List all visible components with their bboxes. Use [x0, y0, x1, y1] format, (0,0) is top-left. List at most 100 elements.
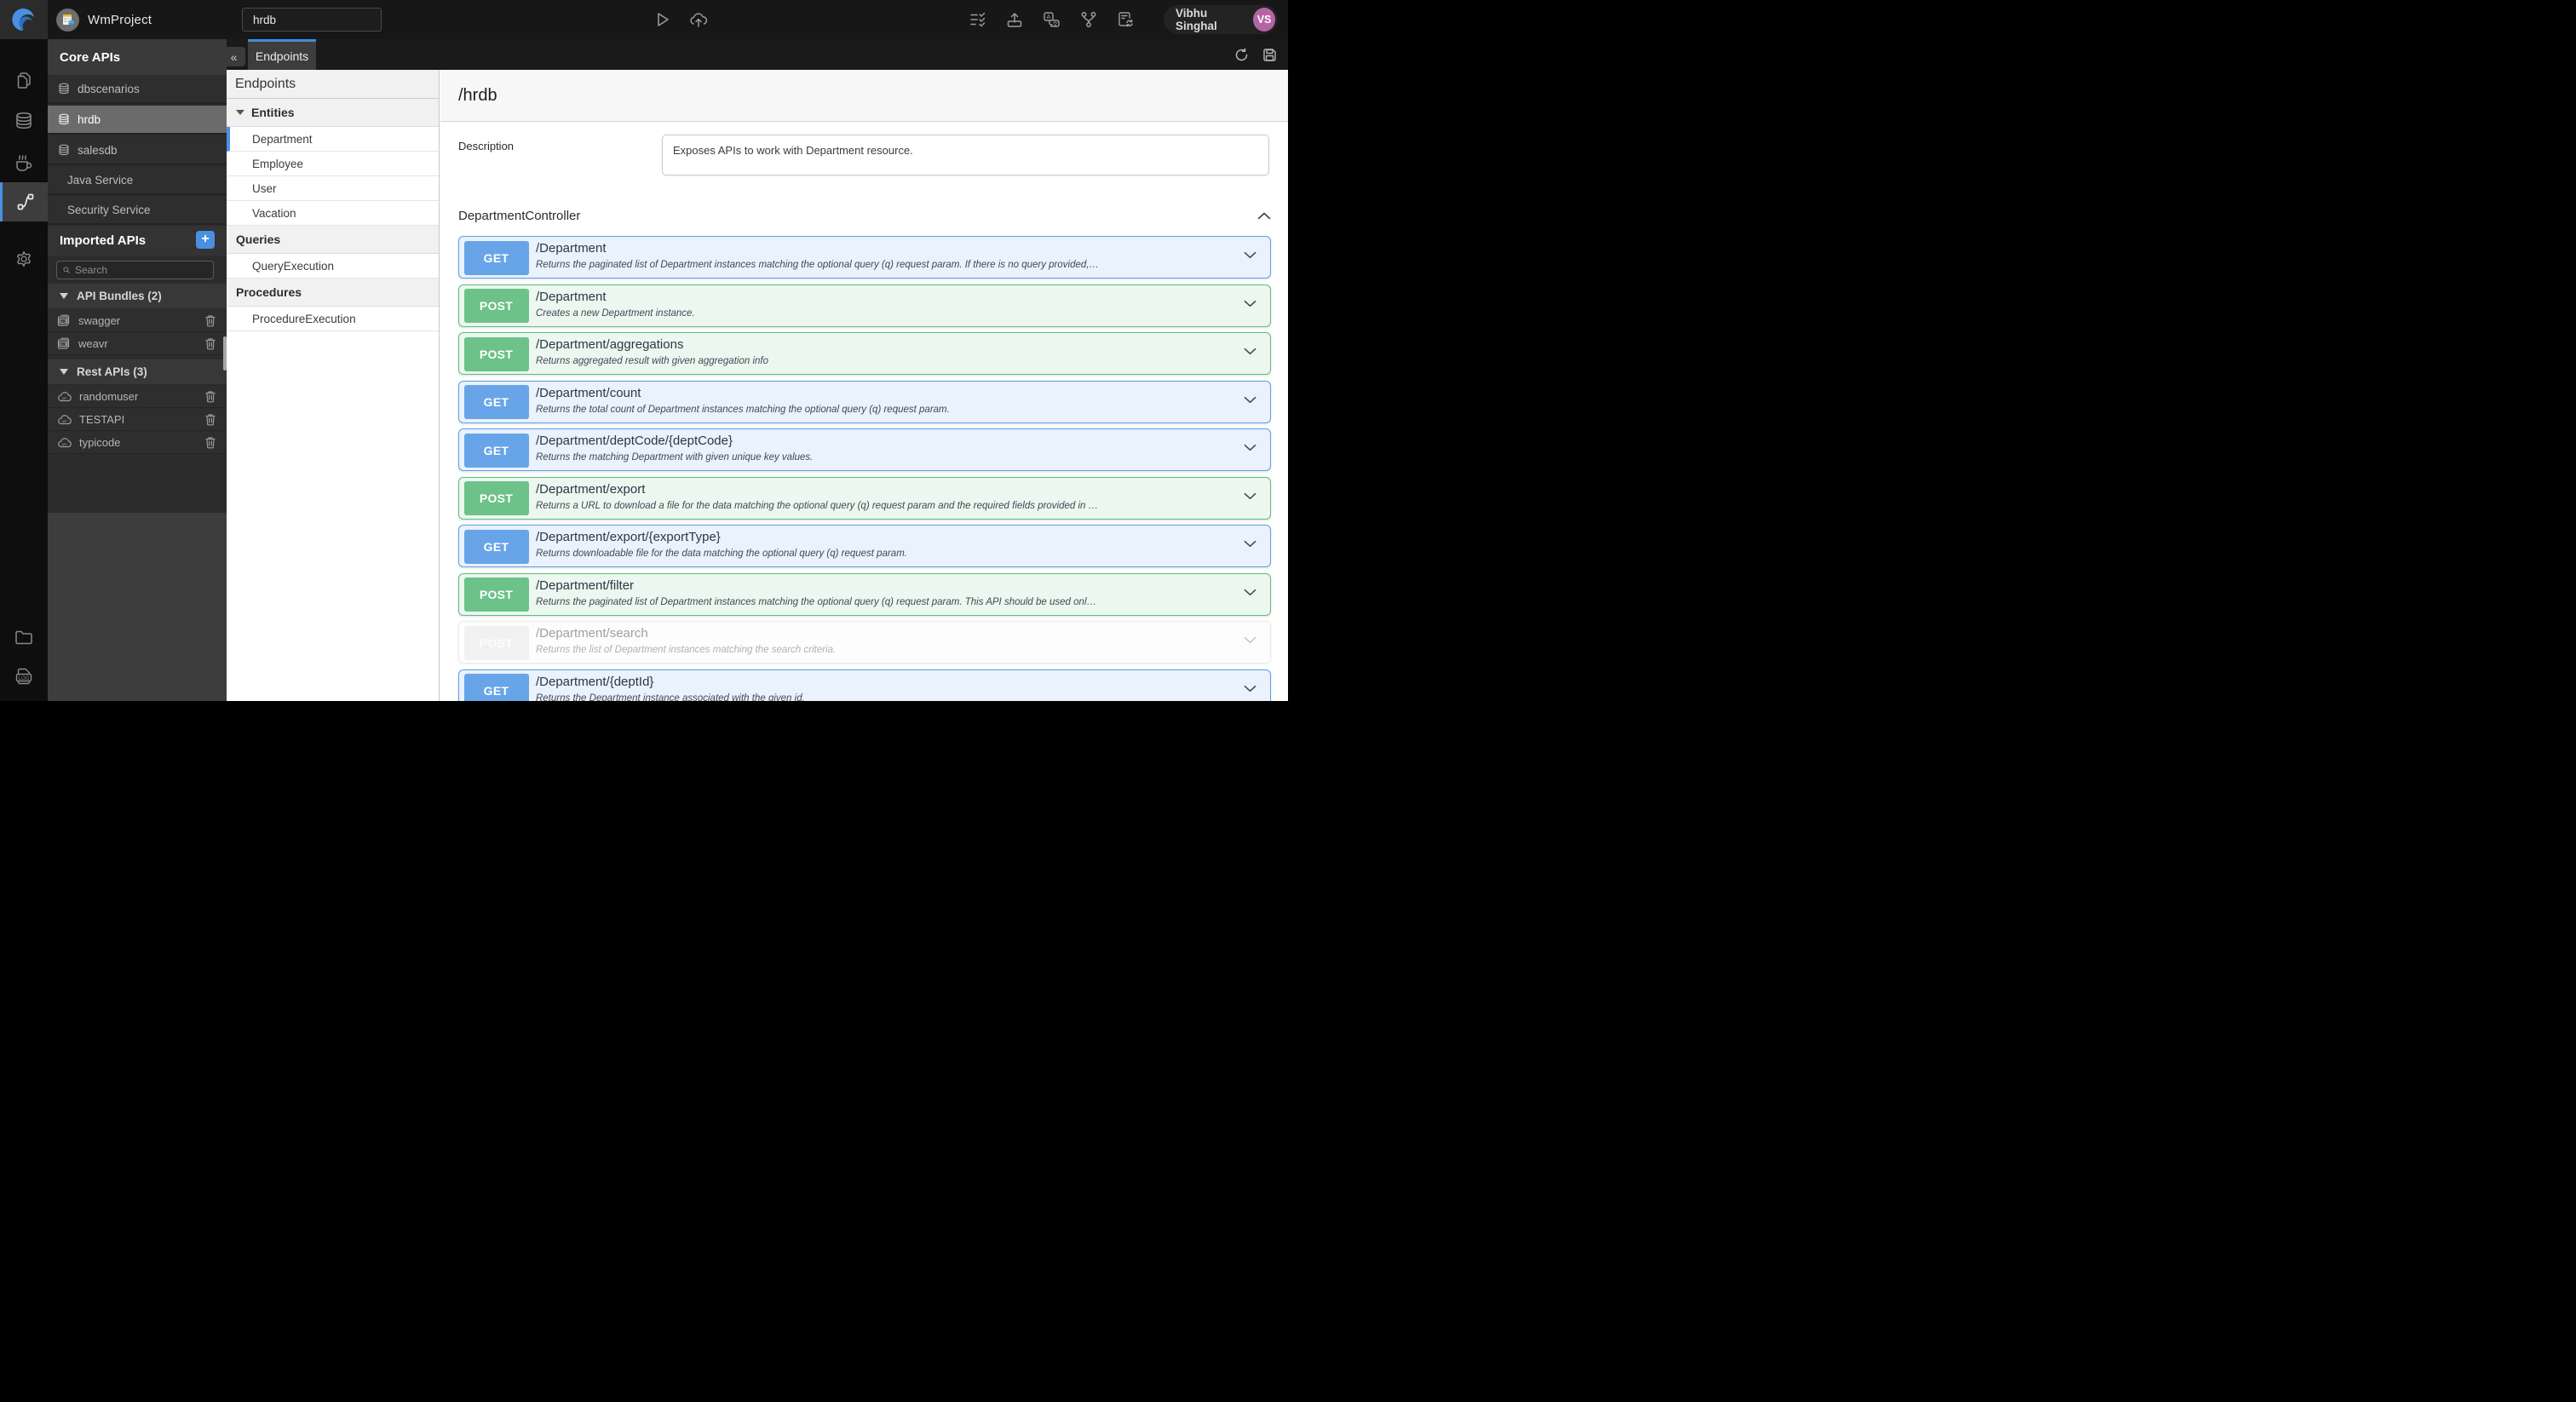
rail-pages-icon[interactable] [0, 61, 48, 99]
tree-item-label: ProcedureExecution [252, 312, 356, 325]
delete-api-button[interactable] [204, 337, 216, 350]
endpoint-path: /Department/export/{exportType} [536, 530, 721, 544]
rail-java-icon[interactable] [0, 143, 48, 181]
endpoint-description: Returns the paginated list of Department… [536, 260, 1099, 270]
rail-logs-icon[interactable]: LOG [0, 658, 48, 695]
group-header-api[interactable]: API Bundles (2) [48, 284, 227, 308]
expand-endpoint-button[interactable] [1244, 348, 1256, 355]
localization-icon[interactable]: A 文 [1043, 11, 1061, 28]
expand-endpoint-button[interactable] [1244, 685, 1256, 692]
chevron-up-icon[interactable] [1257, 212, 1271, 220]
rail-apis-icon[interactable] [0, 182, 48, 221]
endpoint-card-get-department-deptcode-deptcode-[interactable]: GET /Department/deptCode/{deptCode} Retu… [458, 428, 1271, 471]
delete-api-button[interactable] [204, 436, 216, 449]
tree-item-procedureexecution[interactable]: ProcedureExecution [227, 307, 439, 331]
expand-endpoint-button[interactable] [1244, 396, 1256, 404]
tab-endpoints[interactable]: Endpoints [248, 39, 316, 70]
tree-section-procedures[interactable]: Procedures [227, 279, 439, 307]
export-project-icon[interactable] [1006, 12, 1023, 28]
user-name: Vibhu Singhal [1176, 7, 1217, 32]
git-branch-icon[interactable] [1080, 11, 1097, 28]
sidebar-item-java-service[interactable]: Java Service [48, 166, 227, 195]
run-play-icon[interactable] [656, 12, 670, 27]
expand-endpoint-button[interactable] [1244, 492, 1256, 500]
app-window: WmProject hrdb A 文 Vibhu Singhal VS LOG … [0, 0, 1288, 701]
service-detail: /hrdb Description DepartmentController G… [440, 70, 1288, 701]
endpoint-card-get-department[interactable]: GET /Department Returns the paginated li… [458, 236, 1271, 279]
endpoint-card-get-department-export-exporttype-[interactable]: GET /Department/export/{exportType} Retu… [458, 525, 1271, 567]
endpoint-description: Returns the paginated list of Department… [536, 596, 1096, 607]
endpoint-card-post-department[interactable]: POST /Department Creates a new Departmen… [458, 284, 1271, 327]
description-textarea[interactable] [662, 135, 1269, 175]
file-sync-icon[interactable] [1117, 11, 1134, 28]
tree-section-entities[interactable]: Entities [227, 99, 439, 127]
wavemaker-logo[interactable] [0, 0, 48, 39]
imported-api-label: randomuser [79, 390, 139, 403]
expand-endpoint-button[interactable] [1244, 444, 1256, 451]
imported-api-testapi[interactable]: API TESTAPI [48, 409, 227, 431]
delete-api-button[interactable] [204, 314, 216, 327]
caret-down-icon [236, 110, 244, 115]
imported-api-randomuser[interactable]: API randomuser [48, 386, 227, 408]
endpoint-card-get-department-count[interactable]: GET /Department/count Returns the total … [458, 380, 1271, 423]
tree-item-label: QueryExecution [252, 259, 335, 273]
endpoint-card-post-department-filter[interactable]: POST /Department/filter Returns the pagi… [458, 572, 1271, 616]
tree-item-vacation[interactable]: Vacation [227, 201, 439, 226]
chevron-down-icon [1244, 348, 1256, 355]
svg-text:API: API [60, 319, 66, 323]
rail-more-icon[interactable] [0, 700, 48, 701]
endpoint-path: /Department/count [536, 385, 641, 400]
delete-api-button[interactable] [204, 390, 216, 403]
endpoint-card-post-department-export[interactable]: POST /Department/export Returns a URL to… [458, 476, 1271, 520]
checklist-icon[interactable] [969, 12, 986, 27]
imported-api-label: swagger [78, 314, 121, 327]
endpoint-card-get-department-deptid-[interactable]: GET /Department/{deptId} Returns the Dep… [458, 669, 1271, 701]
tree-section-queries[interactable]: Queries [227, 226, 439, 254]
imported-api-typicode[interactable]: API typicode [48, 432, 227, 454]
caret-down-icon [60, 369, 68, 375]
rest-api-cloud-icon: API [58, 392, 72, 402]
tree-section-label: Entities [251, 106, 295, 119]
endpoint-description: Returns the list of Department instances… [536, 645, 837, 655]
sidebar-item-security-service[interactable]: Security Service [48, 196, 227, 225]
save-icon[interactable] [1262, 48, 1277, 62]
expand-endpoint-button[interactable] [1244, 589, 1256, 596]
refresh-icon[interactable] [1234, 47, 1249, 62]
endpoint-card-post-department-search[interactable]: POST /Department/search Returns the list… [458, 621, 1271, 664]
controller-row[interactable]: DepartmentController [458, 209, 1271, 223]
sidebar-search-input[interactable] [75, 264, 207, 276]
api-sidebar: Core APIs dbscenarios hrdb salesdb Java … [48, 39, 227, 701]
tree-item-department[interactable]: Department [227, 127, 439, 152]
project-switcher[interactable]: WmProject [56, 0, 152, 39]
group-header-rest[interactable]: Rest APIs (3) [48, 359, 227, 384]
global-search-input[interactable] [242, 8, 382, 32]
expand-endpoint-button[interactable] [1244, 540, 1256, 548]
chevron-down-icon [1244, 589, 1256, 595]
expand-endpoint-button[interactable] [1244, 636, 1256, 644]
method-badge: POST [463, 289, 529, 323]
editor-tabstrip: « Endpoints [222, 39, 1288, 70]
endpoint-card-post-department-aggregations[interactable]: POST /Department/aggregations Returns ag… [458, 332, 1271, 375]
rail-settings-icon[interactable] [0, 240, 48, 278]
method-badge: GET [463, 385, 529, 419]
delete-api-button[interactable] [204, 413, 216, 426]
tree-item-label: Department [252, 132, 313, 146]
sidebar-scrollbar[interactable] [223, 336, 227, 371]
expand-endpoint-button[interactable] [1244, 300, 1256, 307]
user-menu[interactable]: Vibhu Singhal VS [1164, 5, 1278, 34]
imported-api-weavr[interactable]: API weavr [48, 333, 227, 355]
tree-item-employee[interactable]: Employee [227, 152, 439, 176]
expand-endpoint-button[interactable] [1244, 251, 1256, 259]
tree-item-queryexecution[interactable]: QueryExecution [227, 254, 439, 279]
cloud-deploy-icon[interactable] [689, 12, 708, 28]
imported-api-swagger[interactable]: API swagger [48, 310, 227, 332]
imported-api-label: weavr [78, 337, 108, 350]
sidebar-item-dbscenarios[interactable]: dbscenarios [48, 75, 227, 104]
sidebar-item-hrdb[interactable]: hrdb [48, 106, 227, 135]
sidebar-item-salesdb[interactable]: salesdb [48, 136, 227, 165]
add-api-button[interactable]: + [196, 231, 215, 249]
tree-item-user[interactable]: User [227, 176, 439, 201]
rail-files-icon[interactable] [0, 618, 48, 656]
rail-database-icon[interactable] [0, 102, 48, 140]
tree-section-label: Procedures [236, 285, 302, 299]
